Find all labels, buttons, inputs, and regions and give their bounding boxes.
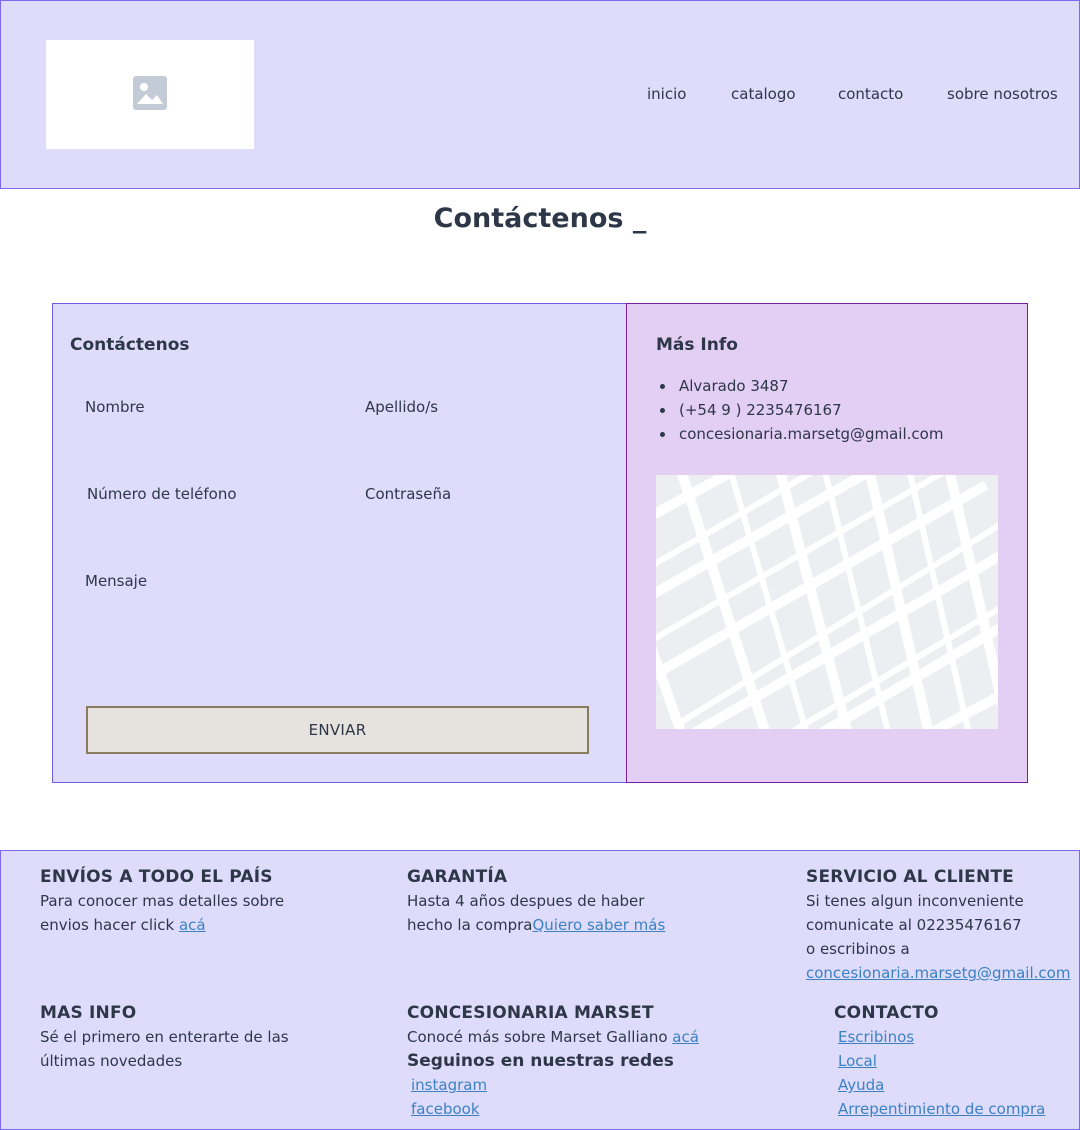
apellido-label: Apellido/s [365,398,439,416]
contrasena-label: Contraseña [365,485,452,503]
telefono-field[interactable] [85,509,325,537]
nav-catalogo[interactable]: catalogo [731,85,796,103]
info-email: concesionaria.marsetg@gmail.com [659,422,943,446]
footer-garantia: GARANTÍA Hasta 4 años despues de haber h… [407,865,665,937]
servicio-line1: Si tenes algun inconveniente [806,892,1024,910]
footer-contacto: CONTACTO Escribinos Local Ayuda Arrepent… [834,1001,1045,1121]
local-link[interactable]: Local [838,1049,1045,1073]
info-address: Alvarado 3487 [659,374,943,398]
garantia-text: hecho la compra [407,916,533,934]
servicio-email-link[interactable]: concesionaria.marsetg@gmail.com [806,964,1070,982]
nombre-field[interactable] [85,422,325,450]
contacto-links: Escribinos Local Ayuda Arrepentimiento d… [834,1025,1045,1121]
garantia-link[interactable]: Quiero saber más [532,916,665,934]
social-title: Seguinos en nuestras redes [407,1051,674,1071]
mas-info-line1: Sé el primero en enterarte de las [40,1028,289,1046]
ayuda-link[interactable]: Ayuda [838,1073,1045,1097]
page-title: Contáctenos _ [433,203,647,234]
envios-line2: envios hacer click acá [40,913,284,937]
mas-info-title: MAS INFO [40,1003,137,1023]
map-placeholder-icon[interactable] [656,475,998,729]
concesionaria-text: Conocé más sobre Marset Galliano [407,1028,673,1046]
info-list: Alvarado 3487 (+54 9 ) 2235476167 conces… [659,374,943,446]
garantia-line1: Hasta 4 años despues de haber [407,892,645,910]
nombre-label: Nombre [85,398,145,416]
main-nav: inicio catalogo contacto sobre nosotros [1,85,1080,109]
servicio-line2: comunicate al 02235476167 [806,916,1022,934]
concesionaria-line1: Conocé más sobre Marset Galliano acá [407,1025,699,1049]
concesionaria-link[interactable]: acá [672,1028,699,1046]
footer-envios: ENVÍOS A TODO EL PAÍS Para conocer mas d… [40,865,284,937]
facebook-link[interactable]: facebook [411,1097,699,1121]
site-header: inicio catalogo contacto sobre nosotros [0,0,1080,189]
envios-link[interactable]: acá [179,916,206,934]
servicio-title: SERVICIO AL CLIENTE [806,867,1014,887]
contact-form: Contáctenos Nombre Apellido/s Número de … [52,303,628,783]
mas-info-line2: últimas novedades [40,1052,183,1070]
mensaje-field[interactable] [85,596,588,692]
mensaje-label: Mensaje [85,572,148,590]
contrasena-field[interactable] [365,509,605,537]
envios-line1: Para conocer mas detalles sobre [40,892,285,910]
envios-text: envios hacer click [40,916,179,934]
arrepentimiento-link[interactable]: Arrepentimiento de compra [838,1097,1045,1121]
social-links: instagram facebook [407,1073,699,1121]
footer-mas-info: MAS INFO Sé el primero en enterarte de l… [40,1001,289,1073]
footer-concesionaria: CONCESIONARIA MARSET Conocé más sobre Ma… [407,1001,699,1121]
envios-title: ENVÍOS A TODO EL PAÍS [40,867,273,887]
instagram-link[interactable]: instagram [411,1073,699,1097]
form-title: Contáctenos [70,335,190,355]
more-info-panel: Más Info Alvarado 3487 (+54 9 ) 22354761… [626,303,1028,783]
nav-inicio[interactable]: inicio [647,85,686,103]
apellido-field[interactable] [365,422,605,450]
nav-contacto[interactable]: contacto [838,85,903,103]
servicio-line3: o escribinos a [806,940,910,958]
escribinos-link[interactable]: Escribinos [838,1025,1045,1049]
info-title: Más Info [656,335,738,355]
footer-servicio: SERVICIO AL CLIENTE Si tenes algun incon… [806,865,1070,985]
garantia-title: GARANTÍA [407,867,508,887]
telefono-label: Número de teléfono [87,485,237,503]
site-footer: ENVÍOS A TODO EL PAÍS Para conocer mas d… [0,850,1080,1130]
contacto-title: CONTACTO [834,1003,939,1023]
nav-sobre-nosotros[interactable]: sobre nosotros [947,85,1058,103]
send-button[interactable]: ENVIAR [86,706,589,754]
concesionaria-title: CONCESIONARIA MARSET [407,1003,654,1023]
info-phone: (+54 9 ) 2235476167 [659,398,943,422]
garantia-line2: hecho la compraQuiero saber más [407,913,665,937]
